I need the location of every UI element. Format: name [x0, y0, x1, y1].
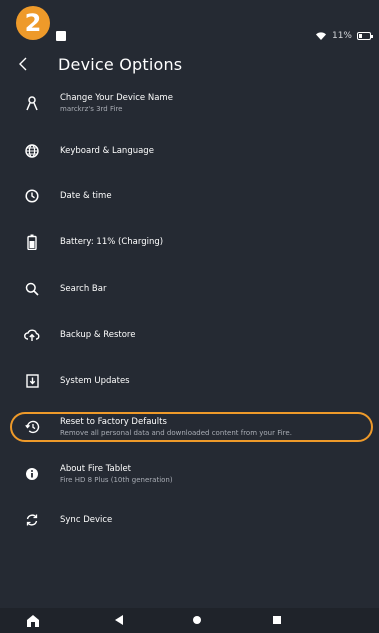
history-icon [24, 419, 40, 435]
settings-item-search-bar[interactable]: Search Bar [0, 269, 379, 309]
sync-icon [24, 512, 40, 528]
settings-item-system-updates[interactable]: System Updates [0, 361, 379, 401]
item-subtitle: Fire HD 8 Plus (10th generation) [60, 475, 173, 484]
battery-status-icon [357, 32, 373, 40]
item-title: Sync Device [60, 515, 113, 525]
person-icon [24, 95, 40, 111]
home-icon[interactable] [26, 614, 40, 628]
wifi-icon [315, 32, 326, 40]
back-arrow-icon[interactable] [18, 57, 48, 71]
item-title: Search Bar [60, 284, 107, 294]
item-title: Reset to Factory Defaults [60, 416, 167, 427]
item-title: Battery: 11% (Charging) [60, 237, 164, 247]
item-title: Keyboard & Language [60, 146, 154, 156]
globe-icon [24, 143, 40, 159]
battery-percent: 11% [331, 31, 352, 41]
settings-item-backup-restore[interactable]: Backup & Restore [0, 315, 379, 355]
download-box-icon [24, 373, 40, 389]
home-circle-icon[interactable] [192, 614, 202, 626]
item-title: Backup & Restore [60, 330, 136, 340]
item-title: Change Your Device Name [60, 92, 173, 103]
search-icon [24, 281, 40, 297]
notification-square-icon [56, 31, 66, 41]
cloud-upload-icon [24, 327, 40, 343]
step-number-badge: 2 [16, 6, 50, 40]
item-subtitle: Remove all personal data and downloaded … [60, 428, 292, 437]
settings-item-about-fire-tablet[interactable]: About Fire Tablet Fire HD 8 Plus (10th g… [0, 454, 379, 494]
info-icon [24, 466, 40, 482]
item-title: System Updates [60, 376, 130, 386]
item-title: Date & time [60, 191, 112, 201]
page-title: Device Options [58, 54, 183, 74]
toolbar: Device Options [0, 46, 379, 82]
battery-icon [24, 234, 40, 250]
back-triangle-icon[interactable] [114, 614, 124, 626]
settings-item-battery[interactable]: Battery: 11% (Charging) [0, 222, 379, 262]
item-title: About Fire Tablet [60, 463, 132, 474]
settings-item-reset-factory-defaults[interactable]: Reset to Factory Defaults Remove all per… [0, 407, 379, 447]
clock-icon [24, 188, 40, 204]
status-bar: 11% [0, 26, 379, 46]
settings-item-device-name[interactable]: Change Your Device Name marckrz's 3rd Fi… [0, 83, 379, 123]
recents-square-icon[interactable] [272, 614, 282, 626]
settings-item-date-time[interactable]: Date & time [0, 176, 379, 216]
settings-item-keyboard-language[interactable]: Keyboard & Language [0, 131, 379, 171]
item-subtitle: marckrz's 3rd Fire [60, 104, 123, 113]
settings-item-sync-device[interactable]: Sync Device [0, 500, 379, 540]
navigation-bar [0, 608, 379, 633]
